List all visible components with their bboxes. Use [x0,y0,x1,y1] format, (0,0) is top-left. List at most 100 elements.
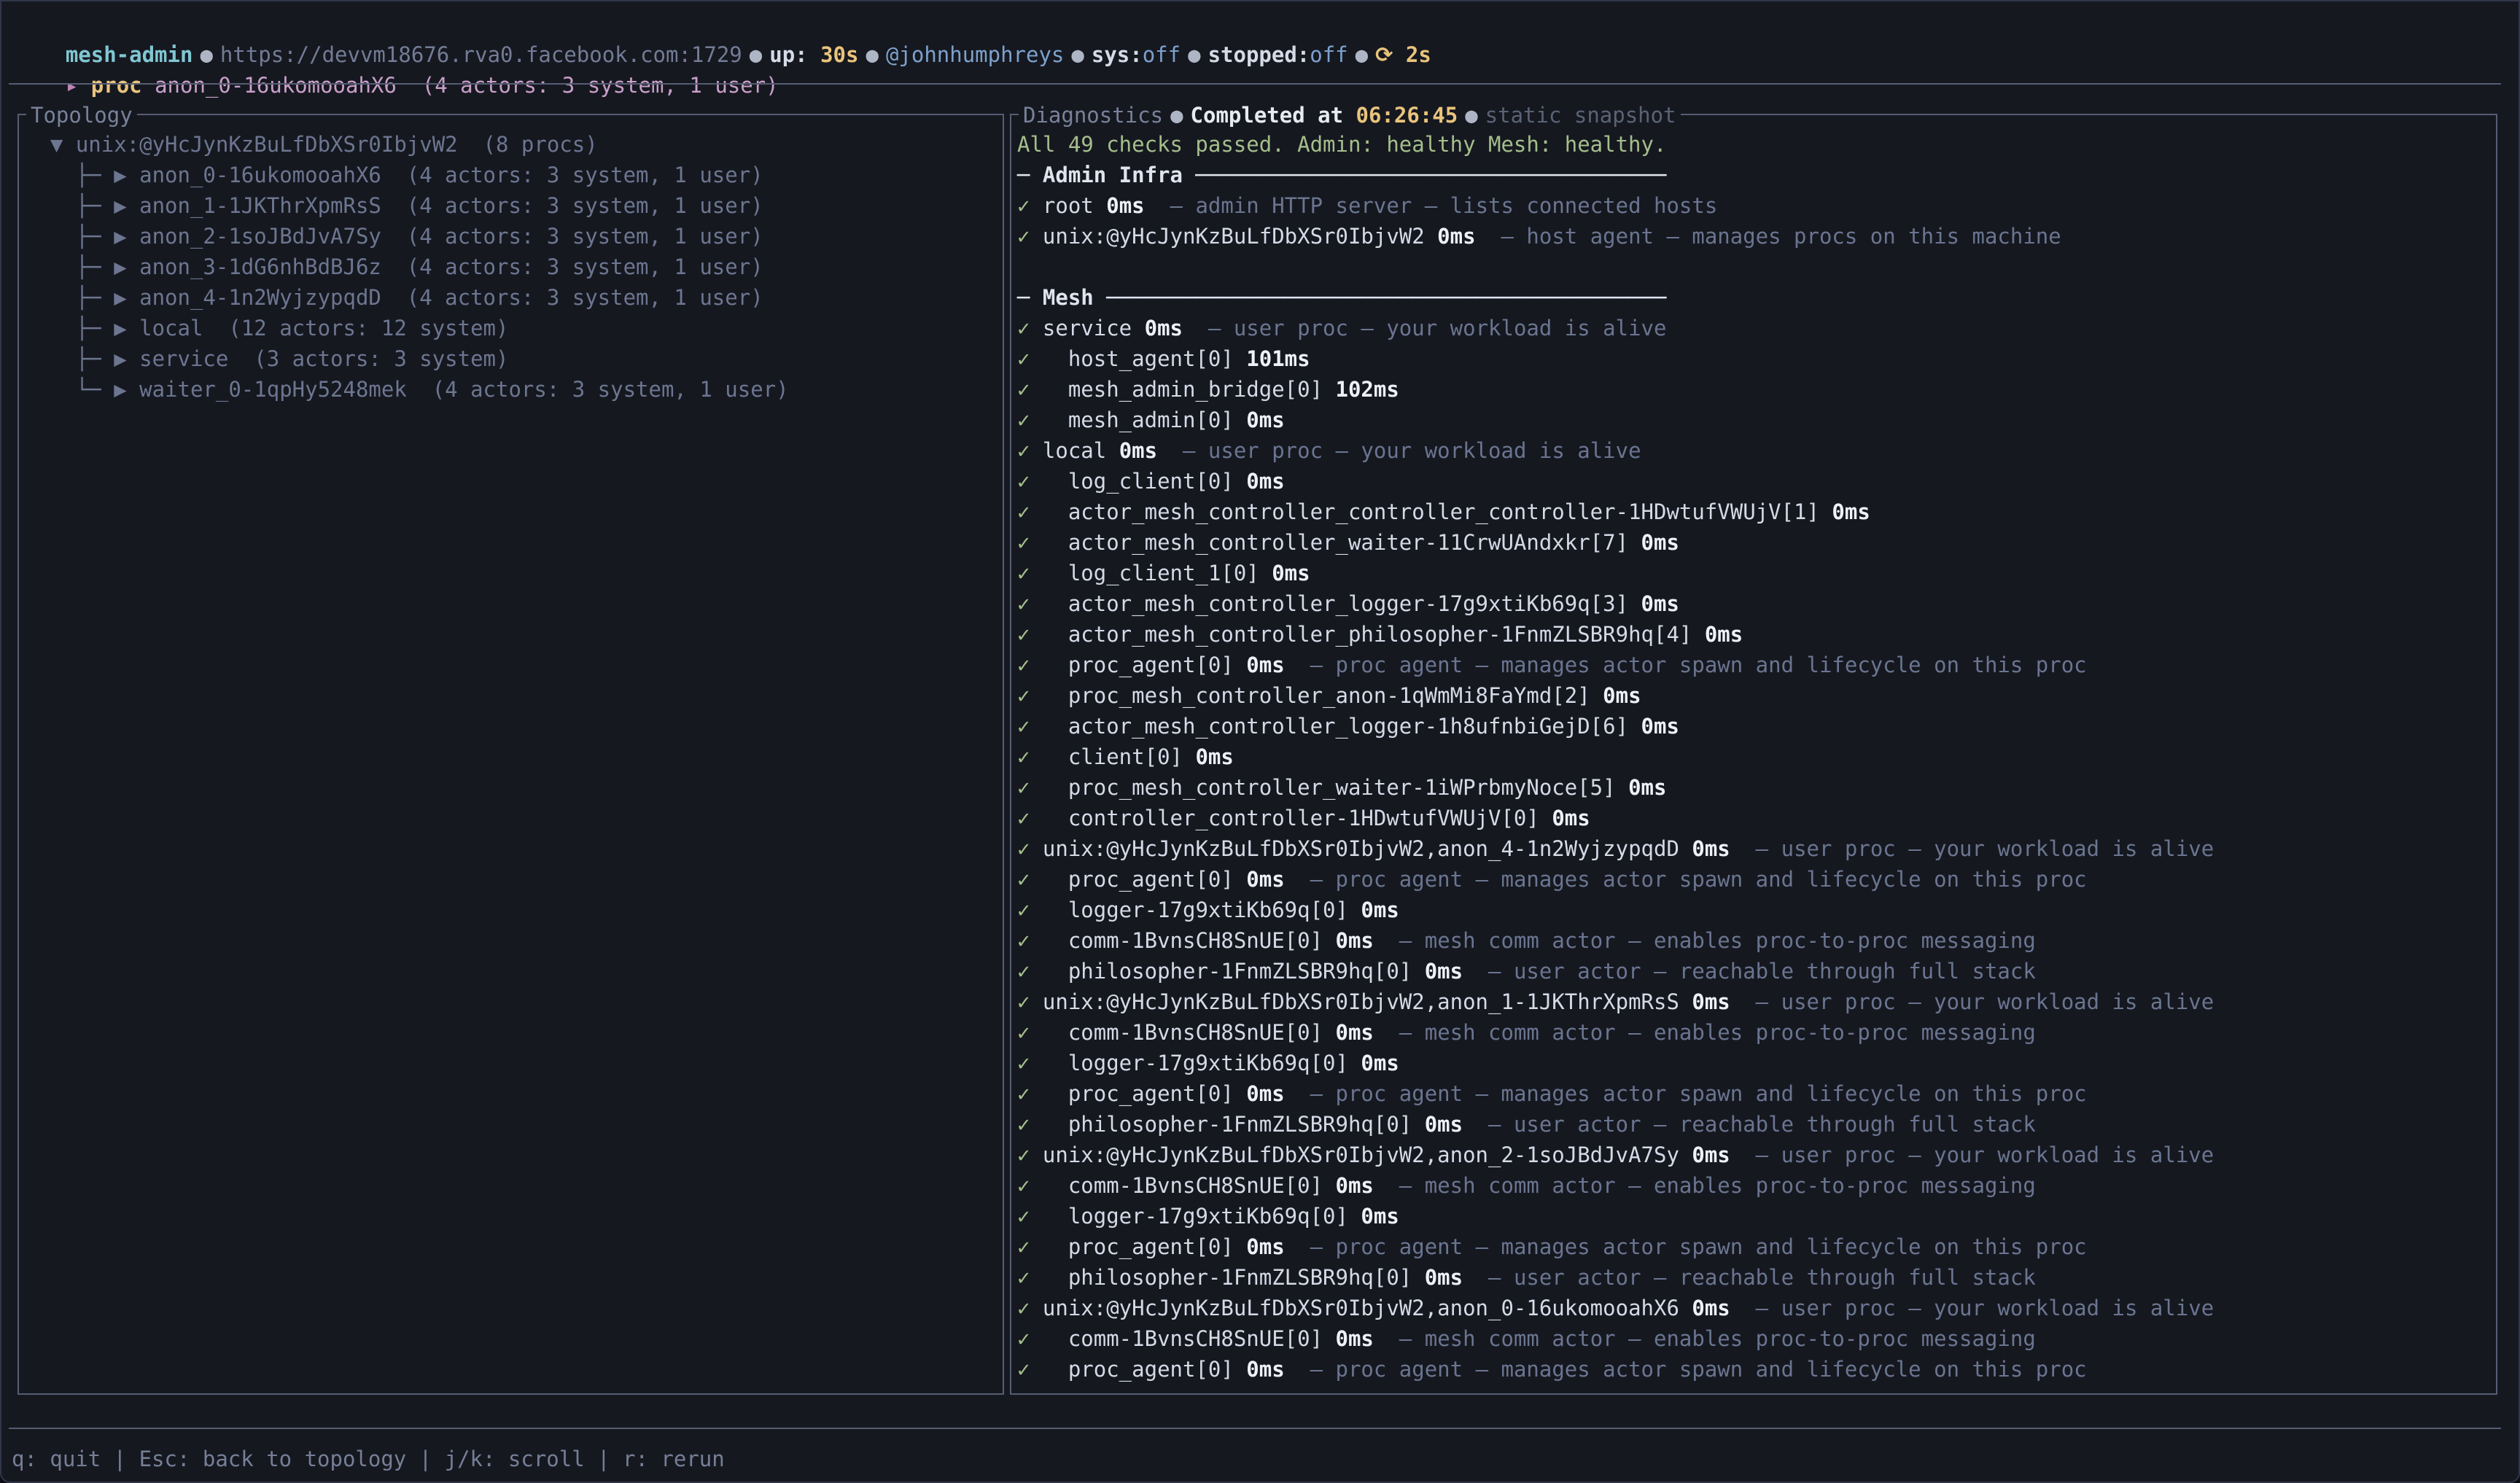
check-icon: ✓ [1017,744,1030,769]
topology-node[interactable]: ├─ ▶ anon_4-1n2WyjzypqdD (4 actors: 3 sy… [25,282,1003,313]
check-duration: 0ms [1145,316,1183,340]
check-name: unix:@yHcJynKzBuLfDbXSr0IbjvW2 [1030,224,1437,249]
check-description: – user actor – reachable through full st… [1463,959,2036,984]
check-icon: ✓ [1017,530,1030,555]
check-description: – mesh comm actor – enables proc-to-proc… [1374,1326,2036,1351]
topology-node[interactable]: ├─ ▶ anon_2-1soJBdJvA7Sy (4 actors: 3 sy… [25,221,1003,252]
check-icon: ✓ [1017,806,1030,830]
check-duration: 0ms [1641,714,1679,739]
check-row: ✓ actor_mesh_controller_philosopher-1Fnm… [1017,619,2496,650]
diagnostics-list[interactable]: All 49 checks passed. Admin: healthy Mes… [1011,115,2496,1393]
selected-proc-meta: (4 actors: 3 system, 1 user) [422,73,779,98]
separator-dot: ● [1356,42,1368,67]
check-icon: ✓ [1017,714,1030,739]
check-duration: 0ms [1692,1296,1730,1320]
check-duration: 0ms [1641,530,1679,555]
proc-keyword: proc [91,73,142,98]
check-name: comm-1BvnsCH8SnUE[0] [1030,1020,1335,1045]
check-name: unix:@yHcJynKzBuLfDbXSr0IbjvW2,anon_2-1s… [1030,1143,1692,1167]
check-name: proc_agent[0] [1030,1357,1246,1382]
check-icon: ✓ [1017,1326,1030,1351]
check-row: ✓ logger-17g9xtiKb69q[0] 0ms [1017,1201,2496,1231]
check-row: ✓ unix:@yHcJynKzBuLfDbXSr0IbjvW2,anon_1-… [1017,986,2496,1017]
check-row: ✓ comm-1BvnsCH8SnUE[0] 0ms – mesh comm a… [1017,1017,2496,1048]
separator-dot: ● [866,42,878,67]
check-duration: 0ms [1106,193,1144,218]
check-duration: 0ms [1692,836,1730,861]
check-name: actor_mesh_controller_waiter-11CrwUAndxk… [1030,530,1641,555]
check-description: – user proc – your workload is alive [1730,989,2214,1014]
topology-node[interactable]: ├─ ▶ service (3 actors: 3 system) [25,343,1003,374]
check-name: comm-1BvnsCH8SnUE[0] [1030,1173,1335,1198]
check-description: – proc agent – manages actor spawn and l… [1285,867,2087,892]
check-row: ✓ unix:@yHcJynKzBuLfDbXSr0IbjvW2,anon_0-… [1017,1293,2496,1323]
check-name: mesh_admin[0] [1030,408,1246,432]
check-name: unix:@yHcJynKzBuLfDbXSr0IbjvW2,anon_1-1J… [1030,989,1692,1014]
check-duration: 0ms [1628,775,1666,800]
check-description: – user proc – your workload is alive [1183,316,1666,340]
refresh-icon: ⟳ [1375,42,1393,67]
check-name: local [1030,438,1119,463]
check-row: ✓ log_client_1[0] 0ms [1017,558,2496,588]
check-name: service [1030,316,1144,340]
check-duration: 0ms [1832,499,1870,524]
check-duration: 0ms [1272,561,1310,585]
check-row: ✓ proc_mesh_controller_waiter-1iWPrbmyNo… [1017,772,2496,803]
check-row: ✓ unix:@yHcJynKzBuLfDbXSr0IbjvW2 0ms – h… [1017,221,2496,252]
topology-node[interactable]: ├─ ▶ local (12 actors: 12 system) [25,313,1003,343]
check-description: – proc agent – manages actor spawn and l… [1285,1234,2087,1259]
check-row: ✓ root 0ms – admin HTTP server – lists c… [1017,190,2496,221]
check-icon: ✓ [1017,1234,1030,1259]
check-name: unix:@yHcJynKzBuLfDbXSr0IbjvW2,anon_4-1n… [1030,836,1692,861]
check-duration: 0ms [1361,898,1399,922]
topology-node[interactable]: ├─ ▶ anon_3-1dG6nhBdBJ6z (4 actors: 3 sy… [25,252,1003,282]
check-name: actor_mesh_controller_philosopher-1FnmZL… [1030,622,1704,647]
check-duration: 0ms [1425,1265,1463,1290]
check-duration: 0ms [1336,1020,1374,1045]
breadcrumb-arrow-icon: ▸ [66,73,78,98]
check-row: ✓ proc_agent[0] 0ms – proc agent – manag… [1017,1354,2496,1385]
check-name: logger-17g9xtiKb69q[0] [1030,1204,1361,1229]
check-name: host_agent[0] [1030,346,1246,371]
check-row: ✓ service 0ms – user proc – your workloa… [1017,313,2496,343]
section-header: ─ Mesh ─────────────────────────────────… [1017,282,2496,313]
check-row: ✓ philosopher-1FnmZLSBR9hq[0] 0ms – user… [1017,1262,2496,1293]
topology-root-node[interactable]: ▼ unix:@yHcJynKzBuLfDbXSr0IbjvW2 (8 proc… [25,129,1003,160]
sys-toggle-value: off [1143,42,1181,67]
check-name: mesh_admin_bridge[0] [1030,377,1335,402]
topology-tree[interactable]: ▼ unix:@yHcJynKzBuLfDbXSr0IbjvW2 (8 proc… [19,115,1003,1393]
check-name: philosopher-1FnmZLSBR9hq[0] [1030,1112,1424,1137]
check-duration: 0ms [1425,959,1463,984]
check-name: logger-17g9xtiKb69q[0] [1030,898,1361,922]
username: @johnhumphreys [886,42,1064,67]
check-icon: ✓ [1017,1357,1030,1382]
check-duration: 0ms [1119,438,1157,463]
check-icon: ✓ [1017,408,1030,432]
check-duration: 0ms [1425,1112,1463,1137]
check-icon: ✓ [1017,469,1030,494]
refresh-interval: 2s [1406,42,1431,67]
check-icon: ✓ [1017,959,1030,984]
check-description: – user proc – your workload is alive [1730,1296,2214,1320]
check-name: proc_agent[0] [1030,1234,1246,1259]
check-duration: 0ms [1246,867,1284,892]
section-header: ─ Admin Infra ──────────────────────────… [1017,160,2496,190]
statusbar-divider [9,1428,2501,1429]
topology-node[interactable]: └─ ▶ waiter_0-1qpHy5248mek (4 actors: 3 … [25,374,1003,405]
check-icon: ✓ [1017,591,1030,616]
topology-node[interactable]: ├─ ▶ anon_1-1JKThrXpmRsS (4 actors: 3 sy… [25,190,1003,221]
check-row: ✓ actor_mesh_controller_logger-1h8ufnbiG… [1017,711,2496,742]
topology-node[interactable]: ├─ ▶ anon_0-16ukomooahX6 (4 actors: 3 sy… [25,160,1003,190]
check-name: comm-1BvnsCH8SnUE[0] [1030,1326,1335,1351]
check-icon: ✓ [1017,1173,1030,1198]
check-row: ✓ controller_controller-1HDwtufVWUjV[0] … [1017,803,2496,833]
check-duration: 0ms [1246,469,1284,494]
check-row: ✓ comm-1BvnsCH8SnUE[0] 0ms – mesh comm a… [1017,925,2496,956]
check-duration: 0ms [1336,928,1374,953]
check-icon: ✓ [1017,1081,1030,1106]
check-row: ✓ mesh_admin[0] 0ms [1017,405,2496,435]
stopped-toggle-label: stopped: [1208,42,1310,67]
check-row: ✓ philosopher-1FnmZLSBR9hq[0] 0ms – user… [1017,956,2496,986]
sys-toggle-label: sys: [1092,42,1143,67]
check-icon: ✓ [1017,316,1030,340]
